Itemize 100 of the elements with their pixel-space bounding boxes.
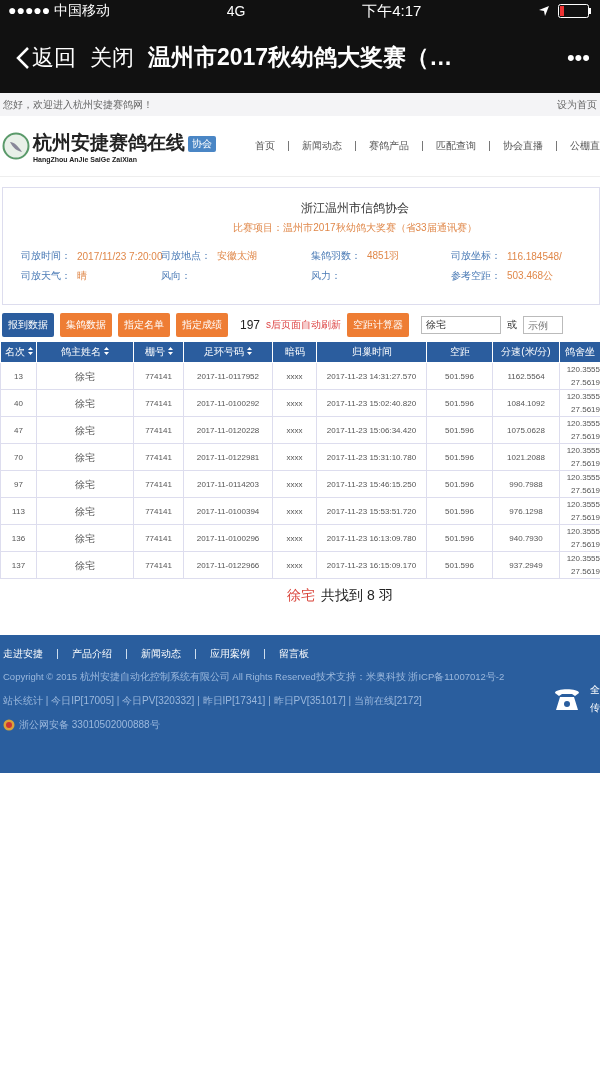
table-cell: 1075.0628: [492, 416, 560, 444]
logo-text: 杭州安捷赛鸽在线: [33, 129, 185, 155]
footer-link[interactable]: 应用案例: [210, 647, 250, 661]
table-cell: 2017-11-23 16:13:09.780: [316, 524, 427, 552]
table-cell: 137: [0, 551, 37, 579]
table-cell: 990.7988: [492, 470, 560, 498]
race-name: 比赛项目：温州市2017秋幼鸽大奖赛（省33届通讯赛）: [233, 221, 477, 235]
column-header: 分速(米/分): [492, 341, 560, 363]
info-value: 2017/11/23 7:20:00: [77, 250, 163, 262]
info-value: 4851羽: [367, 249, 400, 263]
table-cell: 2017-11-0122981: [183, 443, 273, 471]
table-cell: xxxx: [272, 551, 317, 579]
info-label: 集鸽羽数：: [311, 249, 361, 263]
or-text: 或: [507, 318, 518, 332]
contact-text: 传: [590, 701, 600, 715]
clock-text: 下午4:17: [362, 1, 422, 21]
carrier-text: ●●●●● 中国移动: [8, 2, 111, 20]
table-cell: 2017-11-23 15:06:34.420: [316, 416, 427, 444]
table-cell: 2017-11-0100296: [183, 524, 273, 552]
sort-icon[interactable]: [27, 347, 33, 355]
more-button[interactable]: •••: [566, 44, 590, 71]
footer-link[interactable]: 新闻动态: [141, 647, 181, 661]
table-cell: 2017-11-23 16:15:09.170: [316, 551, 427, 579]
table-cell: xxxx: [272, 524, 317, 552]
info-label: 风力：: [311, 269, 341, 283]
table-cell: 2017-11-0117952: [183, 362, 273, 390]
table-cell: xxxx: [272, 470, 317, 498]
table-cell: 2017-11-0114203: [183, 470, 273, 498]
table-cell: 徐宅: [36, 551, 134, 579]
column-header: 归巢时间: [316, 341, 427, 363]
sort-icon[interactable]: [247, 347, 252, 355]
info-label: 风向：: [161, 269, 191, 283]
table-cell: 40: [0, 389, 37, 417]
table-cell: 1162.5564: [492, 362, 560, 390]
sort-icon[interactable]: [167, 347, 173, 355]
info-value: 116.184548/: [507, 250, 562, 262]
table-cell: 501.596: [426, 524, 493, 552]
copyright-text: Copyright © 2015 杭州安捷自动化控制系统有限公司 All Rights Reserved技术支持：米奥科技 浙ICP备11007012号-2: [3, 671, 505, 684]
column-header[interactable]: 棚号: [133, 341, 184, 363]
nav-link[interactable]: 公棚直: [570, 139, 600, 153]
info-value: 503.468公: [507, 269, 554, 283]
search-field[interactable]: 徐宅: [421, 316, 502, 334]
info-label: 司放坐标：: [451, 249, 501, 263]
table-cell: xxxx: [272, 443, 317, 471]
chevron-left-icon: [16, 45, 30, 70]
footer-link[interactable]: 留言板: [279, 647, 309, 661]
column-header: 鸽舍坐: [559, 341, 600, 363]
info-label: 司放天气：: [21, 269, 71, 283]
table-cell: 501.596: [426, 416, 493, 444]
location-arrow-icon: [538, 5, 550, 17]
table-cell: xxxx: [272, 362, 317, 390]
table-cell: 774141: [133, 470, 184, 498]
table-cell: 47: [0, 416, 37, 444]
table-cell: 徐宅: [36, 470, 134, 498]
sort-icon[interactable]: [104, 347, 109, 355]
table-cell: 徐宅: [36, 389, 134, 417]
table-cell: 2017-11-23 15:46:15.250: [316, 470, 427, 498]
footer-link[interactable]: 走进安捷: [3, 647, 43, 661]
table-cell: 774141: [133, 362, 184, 390]
result-count: 共找到 8 羽: [321, 587, 393, 605]
nav-link[interactable]: 匹配查询: [436, 139, 476, 153]
footer-link[interactable]: 产品介绍: [72, 647, 112, 661]
table-cell: 13: [0, 362, 37, 390]
table-cell: 976.1298: [492, 497, 560, 525]
nav-link[interactable]: 新闻动态: [302, 139, 342, 153]
search-field[interactable]: 示例: [523, 316, 564, 334]
table-cell: 2017-11-0122966: [183, 551, 273, 579]
table-cell: 774141: [133, 551, 184, 579]
set-homepage-link[interactable]: 设为首页: [557, 97, 597, 112]
data-tab[interactable]: 报到数据: [2, 313, 54, 337]
table-cell: xxxx: [272, 497, 317, 525]
table-cell: 501.596: [426, 497, 493, 525]
table-cell: 136: [0, 524, 37, 552]
table-cell: 徐宅: [36, 497, 134, 525]
back-button[interactable]: 返回: [16, 42, 76, 73]
table-cell: 774141: [133, 389, 184, 417]
column-header[interactable]: 名次: [0, 341, 37, 363]
refresh-note: s后页面自动刷新: [266, 318, 342, 332]
pigeon-logo-icon: [2, 132, 30, 160]
nav-link[interactable]: 协会直播: [503, 139, 543, 153]
column-header: 暗码: [272, 341, 317, 363]
table-cell: 501.596: [426, 362, 493, 390]
close-button[interactable]: 关闭: [90, 42, 134, 73]
table-cell: 501.596: [426, 443, 493, 471]
table-cell: xxxx: [272, 389, 317, 417]
association-badge: 协会: [188, 135, 216, 152]
column-header[interactable]: 足环号码: [183, 341, 273, 363]
table-cell: 937.2949: [492, 551, 560, 579]
nav-link[interactable]: 赛鸽产品: [369, 139, 409, 153]
table-cell: 97: [0, 470, 37, 498]
table-cell: 1084.1092: [492, 389, 560, 417]
column-header[interactable]: 鸽主姓名: [36, 341, 134, 363]
table-cell: 774141: [133, 497, 184, 525]
network-text: 4G: [226, 3, 246, 19]
table-cell: 2017-11-0100292: [183, 389, 273, 417]
info-value: 晴: [77, 269, 87, 283]
table-cell: 501.596: [426, 389, 493, 417]
table-cell: 2017-11-23 14:31:27.570: [316, 362, 427, 390]
nav-link[interactable]: 首页: [255, 139, 275, 153]
table-cell: 501.596: [426, 551, 493, 579]
